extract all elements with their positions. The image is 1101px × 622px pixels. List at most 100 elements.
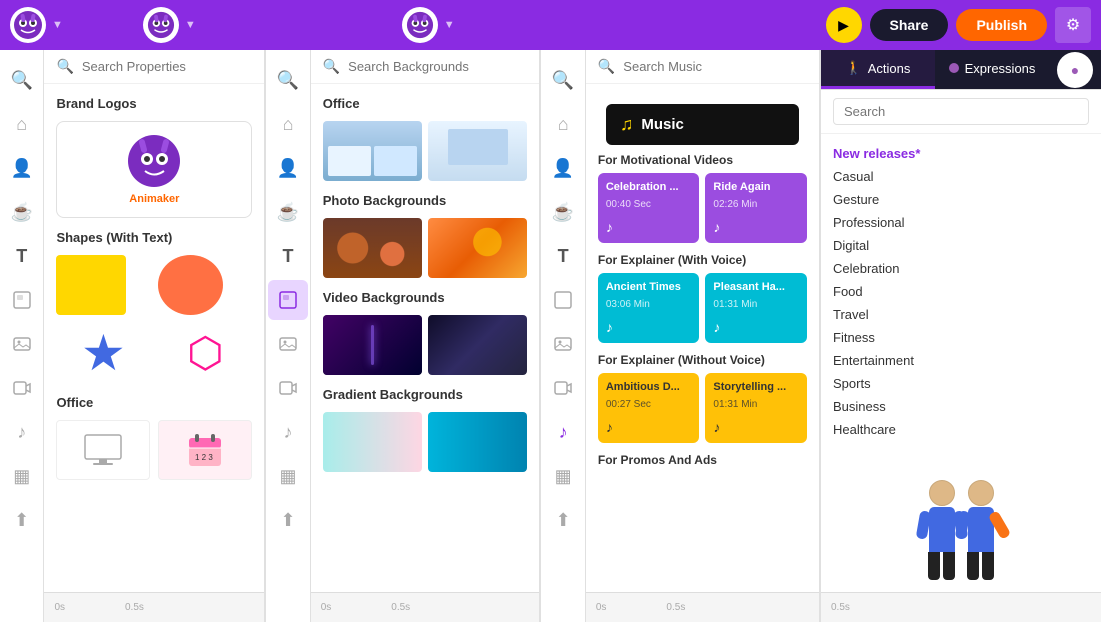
music-header-label: Music [641, 116, 684, 133]
top-center-logos: ▼ ▼ [143, 7, 455, 43]
sidebar-icon-text[interactable]: T [2, 236, 42, 276]
cat-travel[interactable]: Travel [833, 303, 1089, 326]
music-card-rideagain[interactable]: Ride Again 02:26 Min ♪ [705, 173, 807, 243]
cat-casual[interactable]: Casual [833, 165, 1089, 188]
timeline-right-time: 0.5s [831, 602, 850, 613]
right-search-input[interactable] [833, 98, 1089, 125]
sidebar-2-bg[interactable] [268, 280, 308, 320]
sidebar-3-music[interactable]: ♪ [543, 412, 583, 452]
music-card-ancient[interactable]: Ancient Times 03:06 Min ♪ [598, 273, 700, 343]
office-item-calendar[interactable]: 1 2 3 [158, 420, 252, 480]
sidebar-icon-image[interactable] [2, 324, 42, 364]
logo-1[interactable] [10, 7, 46, 43]
sidebar-icons-2: 🔍 ⌂ 👤 ☕ T ♪ ▦ ⬆ [266, 50, 310, 622]
timeline-music-0s: 0s [596, 602, 607, 613]
tab-actions[interactable]: 🚶 Actions [821, 50, 935, 89]
characters-preview [821, 468, 1101, 592]
music-search-input[interactable] [623, 59, 807, 74]
logo-dropdown-2[interactable]: ▼ [185, 19, 196, 31]
brand-logo-item[interactable]: Animaker [56, 121, 252, 218]
sidebar-icon-home[interactable]: ⌂ [2, 104, 42, 144]
cat-gesture[interactable]: Gesture [833, 188, 1089, 211]
bg-office-1[interactable] [323, 121, 422, 181]
share-button[interactable]: Share [870, 9, 949, 41]
cat-fitness[interactable]: Fitness [833, 326, 1089, 349]
cat-sports[interactable]: Sports [833, 372, 1089, 395]
cat-professional[interactable]: Professional [833, 211, 1089, 234]
sidebar-icon-props[interactable]: ☕ [2, 192, 42, 232]
backgrounds-search-input[interactable] [348, 59, 527, 74]
music-card-celebration[interactable]: Celebration ... 00:40 Sec ♪ [598, 173, 700, 243]
bg-photo-2[interactable] [428, 218, 527, 278]
logo-2[interactable] [143, 7, 179, 43]
sidebar-icon-music[interactable]: ♪ [2, 412, 42, 452]
bg-video-1[interactable] [323, 315, 422, 375]
bg-video-2[interactable] [428, 315, 527, 375]
music-card-storytelling[interactable]: Storytelling ... 01:31 Min ♪ [705, 373, 807, 443]
cat-digital[interactable]: Digital [833, 234, 1089, 257]
sidebar-icon-search[interactable]: 🔍 [2, 60, 42, 100]
shape-yellow-square[interactable] [56, 255, 126, 315]
music-card-storytelling-duration: 01:31 Min [713, 399, 799, 410]
cat-entertainment[interactable]: Entertainment [833, 349, 1089, 372]
sidebar-3-bg[interactable] [543, 280, 583, 320]
music-note-icon: ♫ [620, 114, 634, 135]
logo-dropdown-1[interactable]: ▼ [52, 19, 63, 31]
sidebar-2-text[interactable]: T [268, 236, 308, 276]
shape-blue-star[interactable]: ★ [56, 323, 150, 383]
sidebar-icon-video[interactable] [2, 368, 42, 408]
sidebar-2-music[interactable]: ♪ [268, 412, 308, 452]
publish-button[interactable]: Publish [956, 9, 1047, 41]
sidebar-3-props[interactable]: ☕ [543, 192, 583, 232]
sidebar-2-upload[interactable]: ⬆ [268, 500, 308, 540]
bg-office-2[interactable] [428, 121, 527, 181]
sidebar-2-character[interactable]: 👤 [268, 148, 308, 188]
shape-pink-hex[interactable]: ⬡ [158, 323, 252, 383]
sidebar-icon-character[interactable]: 👤 [2, 148, 42, 188]
sidebar-2-image[interactable] [268, 324, 308, 364]
cat-food[interactable]: Food [833, 280, 1089, 303]
cat-new-releases[interactable]: New releases* [833, 142, 1089, 165]
sidebar-icon-upload[interactable]: ⬆ [2, 500, 42, 540]
bg-grad-2[interactable] [428, 412, 527, 472]
sidebar-3-image[interactable] [543, 324, 583, 364]
sidebar-3-home[interactable]: ⌂ [543, 104, 583, 144]
shape-orange-circle[interactable] [158, 255, 223, 315]
logo-3[interactable] [402, 7, 438, 43]
music-card-pleasant[interactable]: Pleasant Ha... 01:31 Min ♪ [705, 273, 807, 343]
sidebar-2-home[interactable]: ⌂ [268, 104, 308, 144]
sidebar-2-search[interactable]: 🔍 [268, 60, 308, 100]
bg-grad-1[interactable] [323, 412, 422, 472]
sidebar-3-upload[interactable]: ⬆ [543, 500, 583, 540]
sidebar-3-grid[interactable]: ▦ [543, 456, 583, 496]
sidebar-2-video[interactable] [268, 368, 308, 408]
character-1[interactable] [928, 480, 955, 580]
photo-bg-grid [323, 218, 528, 278]
settings-button[interactable]: ⚙ [1055, 7, 1091, 43]
music-cards-explainer-novoice: Ambitious D... 00:27 Sec ♪ Storytelling … [598, 373, 807, 443]
music-cat-explainer-novoice: For Explainer (Without Voice) Ambitious … [598, 353, 807, 443]
properties-search-input[interactable] [82, 59, 252, 74]
cat-business[interactable]: Business [833, 395, 1089, 418]
animaker-logo: Animaker [127, 134, 182, 205]
sidebar-3-character[interactable]: 👤 [543, 148, 583, 188]
sidebar-2-grid[interactable]: ▦ [268, 456, 308, 496]
sidebar-icon-bg[interactable] [2, 280, 42, 320]
sidebar-icon-grid[interactable]: ▦ [2, 456, 42, 496]
tab-expressions[interactable]: Expressions [935, 50, 1049, 89]
sidebar-3-search[interactable]: 🔍 [543, 60, 583, 100]
music-card-ambitious[interactable]: Ambitious D... 00:27 Sec ♪ [598, 373, 700, 443]
sidebar-3-text[interactable]: T [543, 236, 583, 276]
music-card-rideagain-note: ♪ [713, 219, 799, 235]
timeline-backgrounds: 0s 0.5s [311, 592, 540, 622]
bg-photo-1[interactable] [323, 218, 422, 278]
play-button[interactable]: ▶ [826, 7, 862, 43]
sidebar-3-video[interactable] [543, 368, 583, 408]
character-2[interactable] [967, 480, 994, 580]
cat-celebration[interactable]: Celebration [833, 257, 1089, 280]
sidebar-2-props[interactable]: ☕ [268, 192, 308, 232]
music-cat-motivational-title: For Motivational Videos [598, 153, 807, 167]
cat-healthcare[interactable]: Healthcare [833, 418, 1089, 441]
logo-dropdown-3[interactable]: ▼ [444, 19, 455, 31]
office-item-monitor[interactable] [56, 420, 150, 480]
